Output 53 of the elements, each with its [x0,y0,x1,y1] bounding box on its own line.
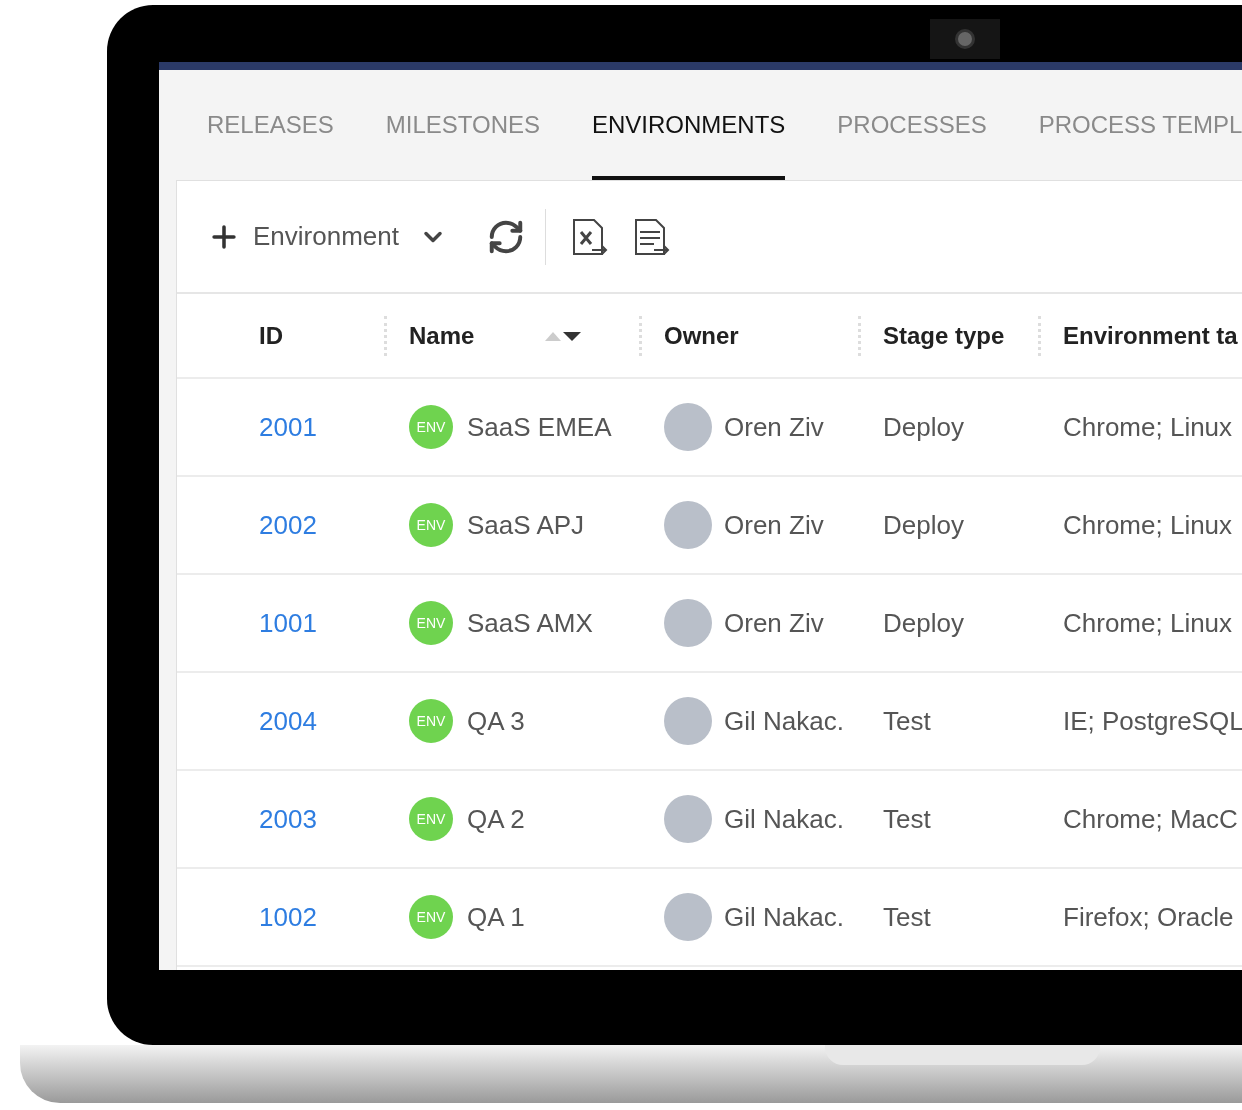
name-cell: QA 2 [467,803,525,835]
owner-cell: Oren Ziv [724,509,824,541]
env-badge: ENV [409,699,453,743]
camera-icon [930,19,1000,59]
tags-cell: Chrome; Linux [1063,411,1233,443]
avatar-circle [664,403,712,451]
tags-cell: Chrome; Linux [1063,509,1233,541]
id-link[interactable]: 1002 [177,901,384,933]
stage-type-cell: Deploy [883,509,964,541]
owner-cell: Gil Nakac. [724,803,844,835]
name-cell: SaaS EMEA [467,411,612,443]
add-environment-button[interactable]: Environment [207,219,447,254]
id-link[interactable]: 1001 [177,607,384,639]
name-cell: SaaS AMX [467,607,593,639]
owner-cell: Gil Nakac. [724,901,844,933]
id-link[interactable]: 2002 [177,509,384,541]
name-cell: QA 1 [467,901,525,933]
id-link[interactable]: 2003 [177,803,384,835]
name-cell: SaaS APJ [467,509,585,541]
tab[interactable]: PROCESSES [837,70,987,180]
tags-cell: Chrome; MacC [1063,803,1238,835]
env-badge: ENV [409,503,453,547]
avatar-circle [664,599,712,647]
avatar-circle [664,501,712,549]
id-link[interactable]: 2001 [177,411,384,443]
avatar-circle [664,795,712,843]
tab[interactable]: RELEASES [207,70,334,180]
stage-type-cell: Test [883,705,931,737]
column-header[interactable]: Stage type [883,321,1005,350]
avatar-circle [664,697,712,745]
env-badge: ENV [409,601,453,645]
tags-cell: IE; PostgreSQL [1063,705,1242,737]
owner-cell: Gil Nakac. [724,705,844,737]
stage-type-cell: Deploy [883,607,964,639]
stage-type-cell: Test [883,901,931,933]
tab[interactable]: PROCESS TEMPL [1038,70,1242,180]
avatar-circle [664,893,712,941]
env-badge: ENV [409,797,453,841]
id-link[interactable]: 2004 [177,705,384,737]
column-header[interactable]: Owner [664,321,739,350]
column-header[interactable]: ID [259,321,283,350]
column-header[interactable]: Name [409,321,475,350]
tags-cell: Firefox; Oracle [1063,901,1234,933]
column-header[interactable]: Environment ta [1063,321,1238,350]
owner-cell: Oren Ziv [724,607,824,639]
tab[interactable]: MILESTONES [385,70,540,180]
name-cell: QA 3 [467,705,525,737]
env-badge: ENV [409,405,453,449]
tags-cell: Chrome; Linux [1063,607,1233,639]
stage-type-cell: Test [883,803,931,835]
env-badge: ENV [409,895,453,939]
owner-cell: Oren Ziv [724,411,824,443]
stage-type-cell: Deploy [883,411,964,443]
